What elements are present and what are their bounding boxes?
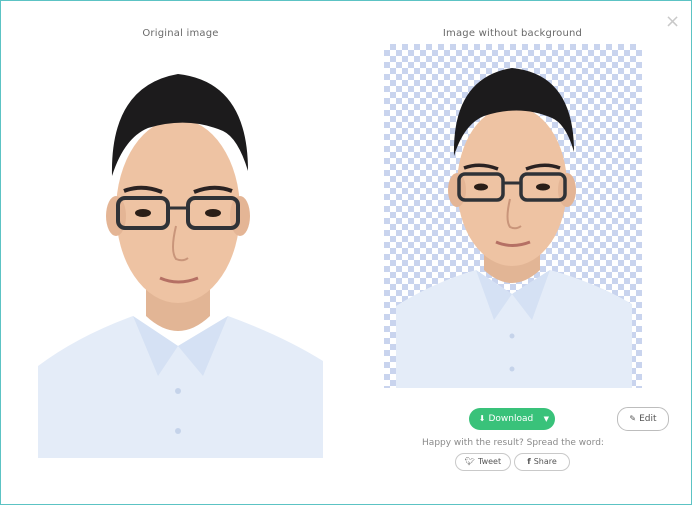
portrait-illustration — [38, 46, 323, 458]
edit-label: Edit — [639, 414, 657, 424]
facebook-icon: f — [527, 457, 531, 466]
facebook-share-button[interactable]: f Share — [514, 453, 570, 471]
tweet-label: Tweet — [478, 457, 502, 466]
share-prompt-text: Happy with the result? Spread the word: — [422, 438, 604, 448]
no-background-image-title: Image without background — [442, 28, 583, 39]
original-image-title: Original image — [142, 28, 219, 39]
download-label: Download — [488, 414, 534, 424]
download-button-content: ⬇ Download — [475, 408, 537, 430]
result-modal: × Original image Image without backgroun… — [0, 0, 692, 505]
cutout-portrait-illustration — [396, 68, 632, 388]
caret-down-icon[interactable]: ▼ — [544, 408, 549, 430]
pencil-icon: ✎ — [629, 414, 637, 423]
close-icon[interactable]: × — [665, 13, 680, 31]
twitter-icon: 🐦︎ — [464, 457, 476, 466]
download-button[interactable]: ⬇ Download ▼ — [469, 408, 555, 430]
tweet-button[interactable]: 🐦︎ Tweet — [455, 453, 511, 471]
download-icon: ⬇ — [478, 414, 486, 423]
edit-button[interactable]: ✎ Edit — [617, 407, 669, 431]
share-label: Share — [533, 457, 557, 466]
no-background-photo — [384, 44, 642, 388]
original-photo — [38, 46, 323, 458]
